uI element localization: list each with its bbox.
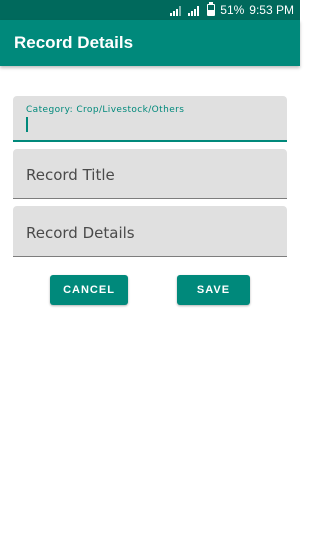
app-bar: Record Details [0,20,300,66]
status-time: 9:53 PM [249,3,294,17]
signal-icon [188,5,200,16]
status-icons: 51% 9:53 PM [170,2,294,17]
record-details-field[interactable]: Record Details [13,206,287,257]
battery-icon [207,2,216,16]
record-title-placeholder: Record Title [26,166,115,184]
battery-percent: 51% [220,3,245,17]
status-bar: 51% 9:53 PM [0,0,300,20]
category-label: Category: Crop/Livestock/Others [26,105,185,115]
record-title-field[interactable]: Record Title [13,149,287,199]
category-field[interactable]: Category: Crop/Livestock/Others [13,96,287,142]
save-button[interactable]: SAVE [177,275,250,305]
cancel-button[interactable]: CANCEL [50,275,128,305]
record-details-placeholder: Record Details [26,224,135,242]
page-title: Record Details [14,33,134,52]
text-cursor [26,117,28,132]
signal-icon [170,5,182,16]
